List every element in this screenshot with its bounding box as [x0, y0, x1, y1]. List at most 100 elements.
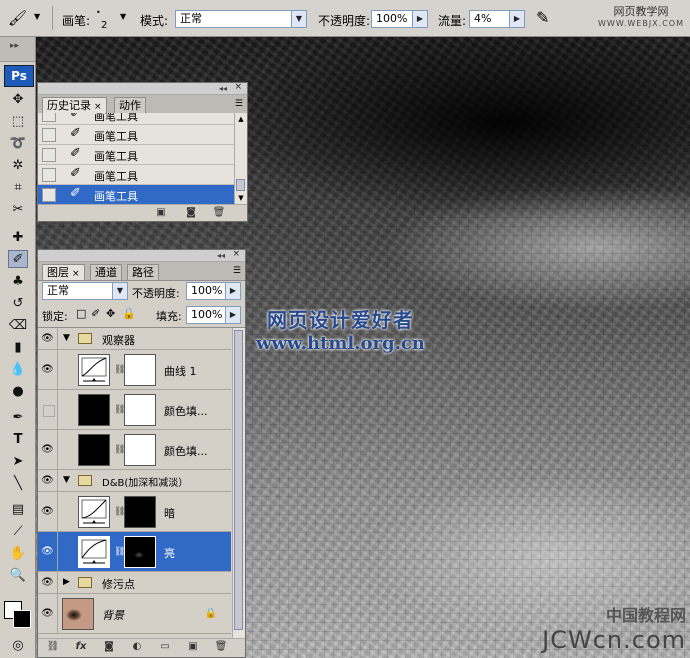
layer-row[interactable]: 👁 ⛓ 颜色填... — [38, 390, 231, 430]
layer-group-row[interactable]: 👁 ▶ 修污点 — [38, 572, 231, 594]
tab-channels[interactable]: 通道 — [90, 264, 122, 280]
blend-mode-select[interactable]: 正常 — [42, 282, 114, 300]
history-snapshot-checkbox[interactable] — [42, 188, 56, 202]
add-mask-icon[interactable]: ◙ — [102, 640, 116, 653]
layer-row[interactable]: 👁 背景 🔒 — [38, 594, 231, 634]
tab-history[interactable]: 历史记录 × — [42, 97, 107, 113]
lock-image-icon[interactable]: ✐ — [91, 307, 100, 320]
visibility-toggle[interactable]: 👁 — [38, 350, 58, 389]
collapse-icon[interactable]: ▸▸ — [10, 41, 19, 51]
history-item[interactable]: ✐ 画笔工具 — [38, 145, 235, 165]
move-tool-icon[interactable]: ✥ — [8, 91, 28, 109]
notes-tool-icon[interactable]: ▤ — [8, 501, 28, 519]
layers-scroll-thumb[interactable] — [234, 330, 243, 630]
lock-position-icon[interactable]: ✥ — [106, 307, 115, 320]
adjustment-layer-icon[interactable]: ◐ — [130, 640, 144, 653]
fill-slider-icon[interactable]: ▶ — [225, 306, 241, 324]
zoom-tool-icon[interactable]: 🔍 — [8, 567, 28, 585]
layer-group-row[interactable]: 👁 ▼ 观察器 — [38, 328, 231, 350]
opacity-slider-icon[interactable]: ▶ — [412, 10, 428, 28]
brush-tool-selected-icon[interactable]: ✐ — [8, 250, 28, 268]
history-item[interactable]: ✐ 画笔工具 — [38, 165, 235, 185]
brush-picker-dropdown-icon[interactable]: ▼ — [120, 12, 126, 21]
brush-tool-icon[interactable]: 🖌 — [8, 9, 27, 27]
marquee-tool-icon[interactable]: ⬚ — [8, 113, 28, 131]
layer-opacity-slider-icon[interactable]: ▶ — [225, 282, 241, 300]
scroll-up-icon[interactable]: ▲ — [235, 113, 247, 125]
flow-slider-icon[interactable]: ▶ — [509, 10, 525, 28]
visibility-toggle[interactable]: 👁 — [38, 594, 58, 633]
quick-mask-icon[interactable]: ◎ — [8, 637, 28, 655]
dodge-tool-icon[interactable]: ● — [8, 383, 28, 401]
layer-opacity-input[interactable]: 100% — [186, 282, 226, 300]
history-panel-titlebar[interactable]: ◂◂ × — [38, 82, 247, 95]
visibility-toggle[interactable]: 👁 — [38, 430, 58, 469]
history-snapshot-checkbox[interactable] — [42, 148, 56, 162]
tool-preset-dropdown-icon[interactable]: ▼ — [34, 12, 40, 21]
layer-mask-thumbnail[interactable] — [124, 354, 156, 386]
history-item[interactable]: ✐ 画笔工具 — [38, 125, 235, 145]
new-group-icon[interactable]: ▭ — [158, 640, 172, 653]
tab-actions[interactable]: 动作 — [114, 97, 146, 113]
visibility-toggle[interactable]: 👁 — [38, 470, 58, 491]
history-item[interactable]: ✐ 画笔工具 — [38, 113, 235, 125]
tab-layers[interactable]: 图层 × — [42, 264, 85, 280]
collapse-triangle-icon[interactable]: ▶ — [63, 577, 70, 587]
layer-row[interactable]: 👁 ⛓ 颜色填... — [38, 430, 231, 470]
path-selection-tool-icon[interactable]: ➤ — [8, 453, 28, 471]
tab-paths[interactable]: 路径 — [127, 264, 159, 280]
history-snapshot-checkbox[interactable] — [42, 168, 56, 182]
lock-transparency-icon[interactable]: □ — [76, 307, 86, 320]
fill-input[interactable]: 100% — [186, 306, 226, 324]
layer-mask-thumbnail[interactable] — [124, 394, 156, 426]
opacity-input[interactable]: 100% — [371, 10, 413, 28]
layers-panel-titlebar[interactable]: ◂◂ × — [38, 249, 245, 262]
clone-stamp-tool-icon[interactable]: ♣ — [8, 273, 28, 291]
history-scrollbar[interactable]: ▲ ▼ — [234, 113, 247, 205]
mode-dropdown-icon[interactable]: ▼ — [291, 10, 307, 28]
history-panel-menu-icon[interactable]: ☰ — [235, 99, 243, 109]
mode-select[interactable]: 正常 — [175, 10, 293, 28]
lock-all-icon[interactable]: 🔒 — [122, 307, 136, 320]
history-scroll-thumb[interactable] — [236, 179, 245, 191]
layer-mask-thumbnail[interactable] — [124, 536, 156, 568]
ps-logo[interactable]: Ps — [4, 65, 34, 87]
healing-brush-tool-icon[interactable]: ✚ — [8, 229, 28, 247]
layers-close-icon[interactable]: × — [232, 249, 240, 259]
line-tool-icon[interactable]: ╲ — [8, 475, 28, 493]
eyedropper-tool-icon[interactable]: ⟋ — [8, 523, 28, 541]
hand-tool-icon[interactable]: ✋ — [8, 545, 28, 563]
tab-layers-close-icon[interactable]: × — [72, 269, 80, 279]
expand-triangle-icon[interactable]: ▼ — [63, 333, 70, 343]
pen-tool-icon[interactable]: ✒ — [8, 409, 28, 427]
airbrush-icon[interactable]: ✎ — [536, 8, 549, 27]
brush-size[interactable]: 2 — [101, 20, 107, 31]
layers-collapse-icon[interactable]: ◂◂ — [217, 251, 225, 260]
eraser-tool-icon[interactable]: ⌫ — [8, 317, 28, 335]
delete-state-icon[interactable]: 🗑 — [212, 206, 226, 219]
visibility-toggle[interactable]: 👁 — [38, 328, 58, 349]
crop-tool-icon[interactable]: ⌗ — [8, 179, 28, 197]
layer-style-icon[interactable]: fx — [74, 640, 88, 653]
type-tool-icon[interactable]: T — [8, 431, 28, 449]
visibility-toggle[interactable]: 👁 — [38, 572, 58, 593]
scroll-down-icon[interactable]: ▼ — [235, 192, 247, 204]
layers-scrollbar[interactable] — [232, 328, 245, 641]
history-brush-tool-icon[interactable]: ↺ — [8, 295, 28, 313]
expand-triangle-icon[interactable]: ▼ — [63, 475, 70, 485]
layer-row[interactable]: 👁 ⛓ 暗 — [38, 492, 231, 532]
lasso-tool-icon[interactable]: ➰ — [8, 135, 28, 153]
history-item-selected[interactable]: ✐ 画笔工具 — [38, 185, 235, 205]
delete-layer-icon[interactable]: 🗑 — [214, 640, 228, 653]
blur-tool-icon[interactable]: 💧 — [8, 361, 28, 379]
visibility-toggle[interactable]: 👁 — [38, 390, 58, 429]
history-close-icon[interactable]: × — [234, 82, 242, 92]
history-snapshot-checkbox[interactable] — [42, 113, 56, 122]
new-document-from-state-icon[interactable]: ▣ — [154, 206, 168, 219]
blend-mode-dropdown-icon[interactable]: ▼ — [112, 282, 128, 300]
visibility-toggle[interactable]: 👁 — [38, 492, 58, 531]
link-layers-icon[interactable]: ⛓ — [46, 640, 60, 653]
magic-wand-tool-icon[interactable]: ✲ — [8, 157, 28, 175]
layer-row[interactable]: 👁 ⛓ 曲线 1 — [38, 350, 231, 390]
slice-tool-icon[interactable]: ✂ — [8, 201, 28, 219]
